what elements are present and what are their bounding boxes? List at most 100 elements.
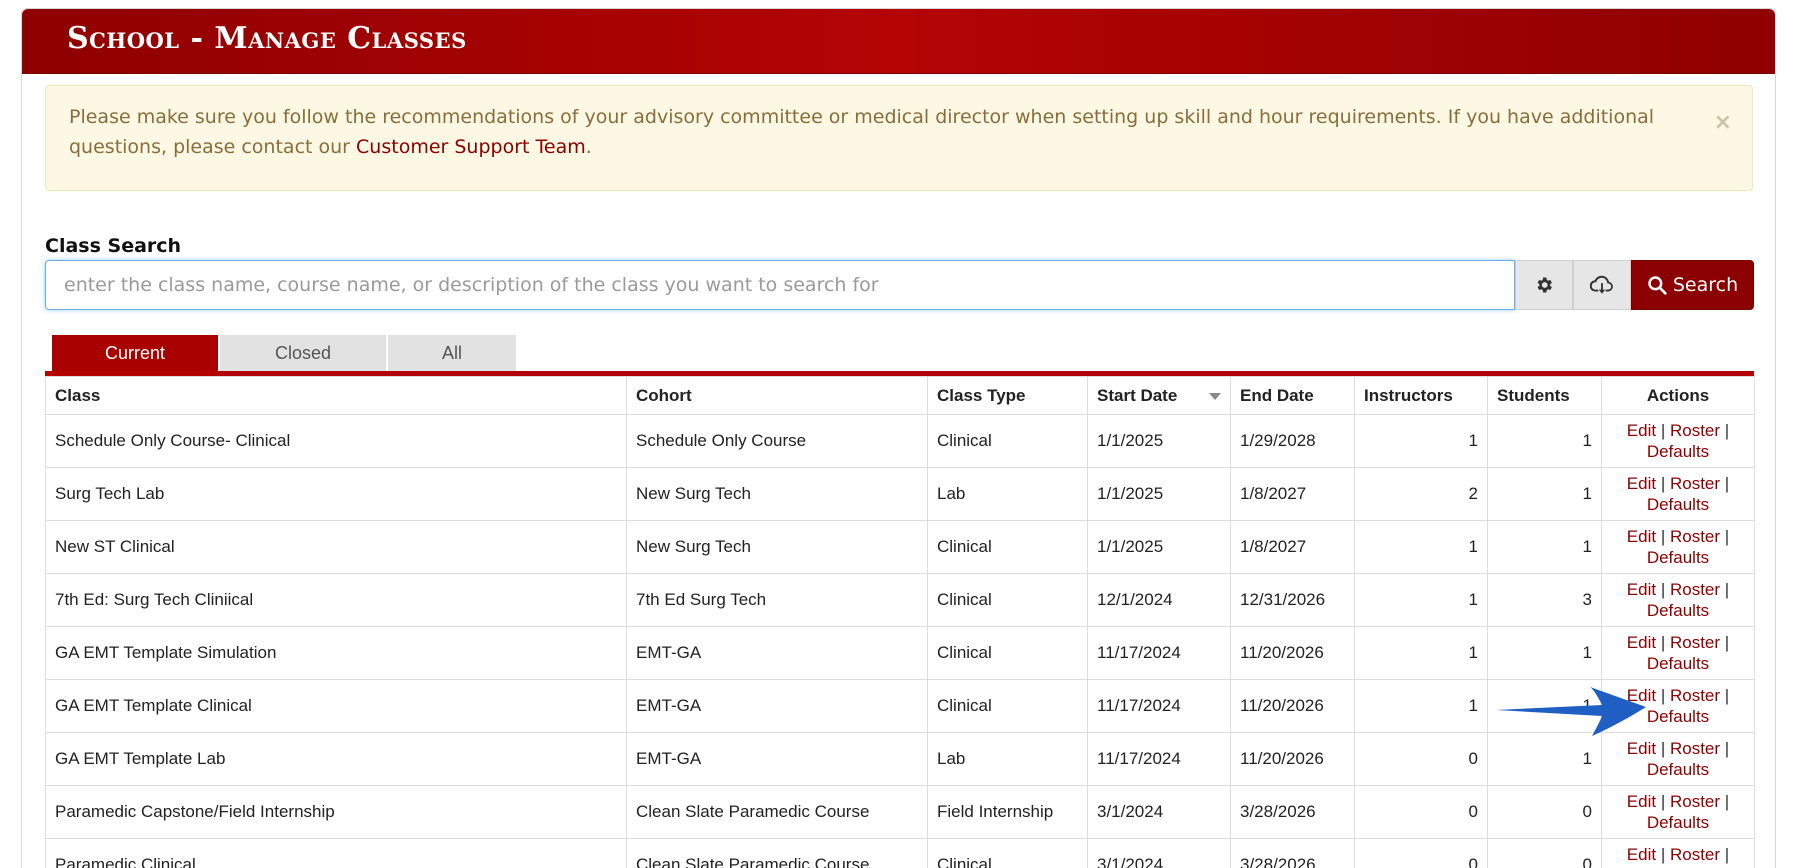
col-class-type[interactable]: Class Type: [927, 376, 1088, 415]
col-start-date[interactable]: Start Date: [1087, 376, 1231, 415]
cell-cohort: EMT-GA: [626, 732, 928, 786]
table-row: GA EMT Template Simulation EMT-GA Clinical…: [45, 626, 1755, 680]
tab-closed[interactable]: Closed: [220, 335, 386, 371]
cell-class: Surg Tech Lab: [45, 467, 627, 521]
cloud-download-icon: [1590, 275, 1613, 294]
class-search-label: Class Search: [45, 235, 182, 257]
roster-link[interactable]: Roster: [1670, 527, 1720, 546]
cell-start-date: 11/17/2024: [1087, 732, 1231, 786]
table-row: Paramedic Clinical Clean Slate Paramedic …: [45, 838, 1755, 868]
defaults-link[interactable]: Defaults: [1647, 654, 1709, 673]
gear-icon: [1537, 277, 1552, 293]
cell-start-date: 1/1/2025: [1087, 467, 1231, 521]
cell-students: 1: [1487, 626, 1602, 680]
cell-cohort: Schedule Only Course: [626, 414, 928, 468]
edit-link[interactable]: Edit: [1627, 580, 1656, 599]
separator: |: [1660, 845, 1666, 864]
table-header-row: Class Cohort Class Type Start Date End D…: [45, 376, 1755, 415]
cell-end-date: 3/28/2026: [1230, 838, 1355, 868]
col-instructors[interactable]: Instructors: [1354, 376, 1488, 415]
roster-link[interactable]: Roster: [1670, 739, 1720, 758]
table-row: GA EMT Template Lab EMT-GA Lab 11/17/2024 11…: [45, 732, 1755, 786]
search-icon: [1648, 276, 1667, 295]
edit-link[interactable]: Edit: [1627, 421, 1656, 440]
separator: |: [1660, 686, 1666, 705]
separator: |: [1660, 739, 1666, 758]
class-search-input[interactable]: [45, 260, 1515, 310]
cell-class: Paramedic Clinical: [45, 838, 627, 868]
defaults-link[interactable]: Defaults: [1647, 548, 1709, 567]
separator: |: [1724, 845, 1730, 864]
edit-link[interactable]: Edit: [1627, 633, 1656, 652]
defaults-link[interactable]: Defaults: [1647, 495, 1709, 514]
separator: |: [1724, 527, 1730, 546]
cell-start-date: 1/1/2025: [1087, 414, 1231, 468]
col-start-date-label: Start Date: [1097, 385, 1178, 405]
cell-class-type: Clinical: [927, 573, 1088, 627]
cell-class-type: Lab: [927, 467, 1088, 521]
edit-link[interactable]: Edit: [1627, 792, 1656, 811]
separator: |: [1660, 580, 1666, 599]
roster-link[interactable]: Roster: [1670, 792, 1720, 811]
col-cohort[interactable]: Cohort: [626, 376, 928, 415]
tab-all[interactable]: All: [388, 335, 516, 371]
page-title: School - Manage Classes: [67, 21, 467, 56]
separator: |: [1724, 633, 1730, 652]
defaults-link[interactable]: Defaults: [1647, 601, 1709, 620]
roster-link[interactable]: Roster: [1670, 421, 1720, 440]
cell-end-date: 11/20/2026: [1230, 732, 1355, 786]
table-row: Schedule Only Course- Clinical Schedule O…: [45, 414, 1755, 468]
defaults-link[interactable]: Defaults: [1647, 442, 1709, 461]
cell-class: GA EMT Template Simulation: [45, 626, 627, 680]
settings-button[interactable]: [1515, 260, 1573, 310]
table-row: Paramedic Capstone/Field Internship Clean…: [45, 785, 1755, 839]
customer-support-link[interactable]: Customer Support Team: [356, 136, 586, 158]
cell-end-date: 12/31/2026: [1230, 573, 1355, 627]
cell-class: GA EMT Template Lab: [45, 732, 627, 786]
tab-current[interactable]: Current: [52, 335, 218, 371]
edit-link[interactable]: Edit: [1627, 474, 1656, 493]
cell-cohort: New Surg Tech: [626, 467, 928, 521]
defaults-link[interactable]: Defaults: [1647, 813, 1709, 832]
defaults-link[interactable]: Defaults: [1647, 760, 1709, 779]
cell-instructors: 1: [1354, 679, 1488, 733]
edit-link[interactable]: Edit: [1627, 845, 1656, 864]
cell-actions: Edit | Roster |Defaults: [1601, 414, 1755, 468]
cell-actions: Edit | Roster |Defaults: [1601, 467, 1755, 521]
cell-instructors: 1: [1354, 626, 1488, 680]
cell-start-date: 3/1/2024: [1087, 838, 1231, 868]
cell-end-date: 3/28/2026: [1230, 785, 1355, 839]
col-students[interactable]: Students: [1487, 376, 1602, 415]
cell-students: 1: [1487, 520, 1602, 574]
cell-start-date: 12/1/2024: [1087, 573, 1231, 627]
cell-class: GA EMT Template Clinical: [45, 679, 627, 733]
manage-classes-panel: School - Manage Classes Please make sure…: [21, 8, 1776, 868]
separator: |: [1724, 739, 1730, 758]
roster-link[interactable]: Roster: [1670, 474, 1720, 493]
edit-link[interactable]: Edit: [1627, 527, 1656, 546]
cell-actions: Edit | Roster |Defaults: [1601, 520, 1755, 574]
col-end-date[interactable]: End Date: [1230, 376, 1355, 415]
close-icon[interactable]: ×: [1714, 108, 1732, 138]
cell-class-type: Clinical: [927, 838, 1088, 868]
download-button[interactable]: [1573, 260, 1631, 310]
col-actions: Actions: [1601, 376, 1755, 415]
separator: |: [1724, 686, 1730, 705]
cell-cohort: New Surg Tech: [626, 520, 928, 574]
search-button[interactable]: Search: [1631, 260, 1754, 310]
separator: |: [1660, 792, 1666, 811]
cell-students: 0: [1487, 838, 1602, 868]
roster-link[interactable]: Roster: [1670, 580, 1720, 599]
cell-actions: Edit | Roster |Defaults: [1601, 838, 1755, 868]
roster-link[interactable]: Roster: [1670, 686, 1720, 705]
edit-link[interactable]: Edit: [1627, 739, 1656, 758]
col-class[interactable]: Class: [45, 376, 627, 415]
alert-text: Please make sure you follow the recommen…: [69, 106, 1655, 158]
roster-link[interactable]: Roster: [1670, 633, 1720, 652]
roster-link[interactable]: Roster: [1670, 845, 1720, 864]
cell-instructors: 1: [1354, 573, 1488, 627]
cell-end-date: 1/29/2028: [1230, 414, 1355, 468]
cell-students: 1: [1487, 732, 1602, 786]
defaults-link[interactable]: Defaults: [1647, 707, 1709, 726]
cell-actions: Edit | Roster |Defaults: [1601, 785, 1755, 839]
